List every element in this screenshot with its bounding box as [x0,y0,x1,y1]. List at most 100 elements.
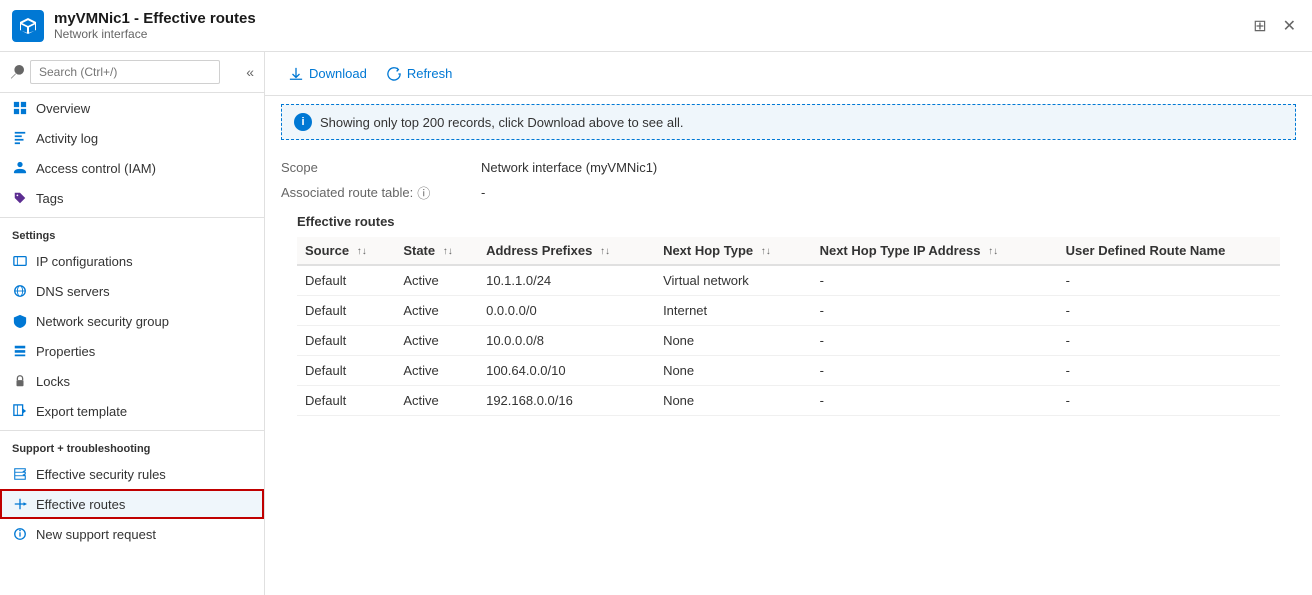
col-next-hop-type: Next Hop Type ↑↓ [655,237,812,265]
popout-button[interactable]: ⊞ [1249,12,1270,40]
table-cell: - [812,265,1058,296]
table-row: DefaultActive10.0.0.0/8None-- [297,326,1280,356]
info-banner: i Showing only top 200 records, click Do… [281,104,1296,140]
main-layout: « Overview Activity log Access control (… [0,52,1312,595]
scope-row: Scope Network interface (myVMNic1) [281,160,1296,175]
table-cell: 192.168.0.0/16 [478,386,655,416]
dns-icon [12,283,28,299]
sidebar-item-activity-log[interactable]: Activity log [0,123,264,153]
table-cell: None [655,386,812,416]
sort-icon-hop-type[interactable]: ↑↓ [761,246,771,257]
scope-value: Network interface (myVMNic1) [481,160,657,175]
sidebar-item-new-support-request[interactable]: New support request [0,519,264,549]
sidebar-item-dns-servers[interactable]: DNS servers [0,276,264,306]
page-title: myVMNic1 - Effective routes [54,10,256,27]
assoc-row: Associated route table: ⓘ - [281,183,1296,202]
table-cell: Default [297,386,395,416]
sidebar-label-export-template: Export template [36,404,127,419]
settings-section-label: Settings [0,217,264,246]
sidebar-label-overview: Overview [36,101,90,116]
table-cell: - [1058,265,1280,296]
sidebar-item-properties[interactable]: Properties [0,336,264,366]
iam-icon [12,160,28,176]
table-row: DefaultActive100.64.0.0/10None-- [297,356,1280,386]
sidebar-label-dns-servers: DNS servers [36,284,110,299]
col-source: Source ↑↓ [297,237,395,265]
sidebar-item-ip-configurations[interactable]: IP configurations [0,246,264,276]
sidebar-item-locks[interactable]: Locks [0,366,264,396]
table-cell: - [1058,386,1280,416]
info-icon: i [294,113,312,131]
security-rules-icon [12,466,28,482]
table-cell: - [1058,326,1280,356]
export-icon [12,403,28,419]
table-row: DefaultActive192.168.0.0/16None-- [297,386,1280,416]
table-cell: Default [297,356,395,386]
col-address-prefixes: Address Prefixes ↑↓ [478,237,655,265]
table-cell: - [1058,356,1280,386]
download-label: Download [309,66,367,81]
sidebar-item-overview[interactable]: Overview [0,93,264,123]
titlebar-actions: ⊞ ✕ [1249,12,1300,40]
scope-label: Scope [281,160,481,175]
sort-icon-hop-ip[interactable]: ↑↓ [988,246,998,257]
locks-icon [12,373,28,389]
table-cell: Active [395,386,478,416]
overview-icon [12,100,28,116]
table-cell: Active [395,265,478,296]
sidebar-item-export-template[interactable]: Export template [0,396,264,426]
col-next-hop-ip: Next Hop Type IP Address ↑↓ [812,237,1058,265]
col-user-defined: User Defined Route Name [1058,237,1280,265]
toolbar: Download Refresh [265,52,1312,96]
sort-icon-address[interactable]: ↑↓ [600,246,610,257]
sort-icon-state[interactable]: ↑↓ [443,246,453,257]
support-icon [12,526,28,542]
table-cell: 0.0.0.0/0 [478,296,655,326]
search-box: « [0,52,264,93]
table-row: DefaultActive0.0.0.0/0Internet-- [297,296,1280,326]
table-cell: - [812,326,1058,356]
scope-section: Scope Network interface (myVMNic1) Assoc… [265,148,1312,444]
info-message: Showing only top 200 records, click Down… [320,115,684,130]
sidebar-label-properties: Properties [36,344,95,359]
table-header: Source ↑↓ State ↑↓ Address Prefixes ↑↓ [297,237,1280,265]
search-icon [10,65,24,79]
sidebar-label-access-control: Access control (IAM) [36,161,156,176]
table-cell: Internet [655,296,812,326]
refresh-button[interactable]: Refresh [379,62,461,85]
content-area: Download Refresh i Showing only top 200 … [265,52,1312,595]
sidebar-label-tags: Tags [36,191,63,206]
nsg-icon [12,313,28,329]
sidebar-item-effective-routes[interactable]: Effective routes [0,489,264,519]
table-section: Effective routes Source ↑↓ State ↑↓ [281,214,1296,432]
table-cell: Default [297,326,395,356]
info-tooltip-icon: ⓘ [417,183,430,202]
search-input[interactable] [30,60,220,84]
routes-tbody: DefaultActive10.1.1.0/24Virtual network-… [297,265,1280,416]
activity-log-icon [12,130,28,146]
support-section-label: Support + troubleshooting [0,430,264,459]
table-cell: Active [395,356,478,386]
tags-icon [12,190,28,206]
effective-routes-icon [12,496,28,512]
table-cell: None [655,326,812,356]
download-icon [289,67,303,81]
table-cell: - [812,296,1058,326]
table-cell: 10.1.1.0/24 [478,265,655,296]
sort-icon-source[interactable]: ↑↓ [357,246,367,257]
refresh-icon [387,67,401,81]
sidebar-label-ip-configurations: IP configurations [36,254,133,269]
download-button[interactable]: Download [281,62,375,85]
titlebar-left: myVMNic1 - Effective routes Network inte… [12,10,256,42]
sidebar-item-network-security-group[interactable]: Network security group [0,306,264,336]
sidebar: « Overview Activity log Access control (… [0,52,265,595]
sidebar-item-access-control[interactable]: Access control (IAM) [0,153,264,183]
table-cell: - [812,356,1058,386]
app-icon [12,10,44,42]
sidebar-item-effective-security-rules[interactable]: Effective security rules [0,459,264,489]
collapse-button[interactable]: « [246,64,254,80]
table-cell: Active [395,296,478,326]
sidebar-item-tags[interactable]: Tags [0,183,264,213]
close-button[interactable]: ✕ [1279,12,1300,40]
ip-icon [12,253,28,269]
